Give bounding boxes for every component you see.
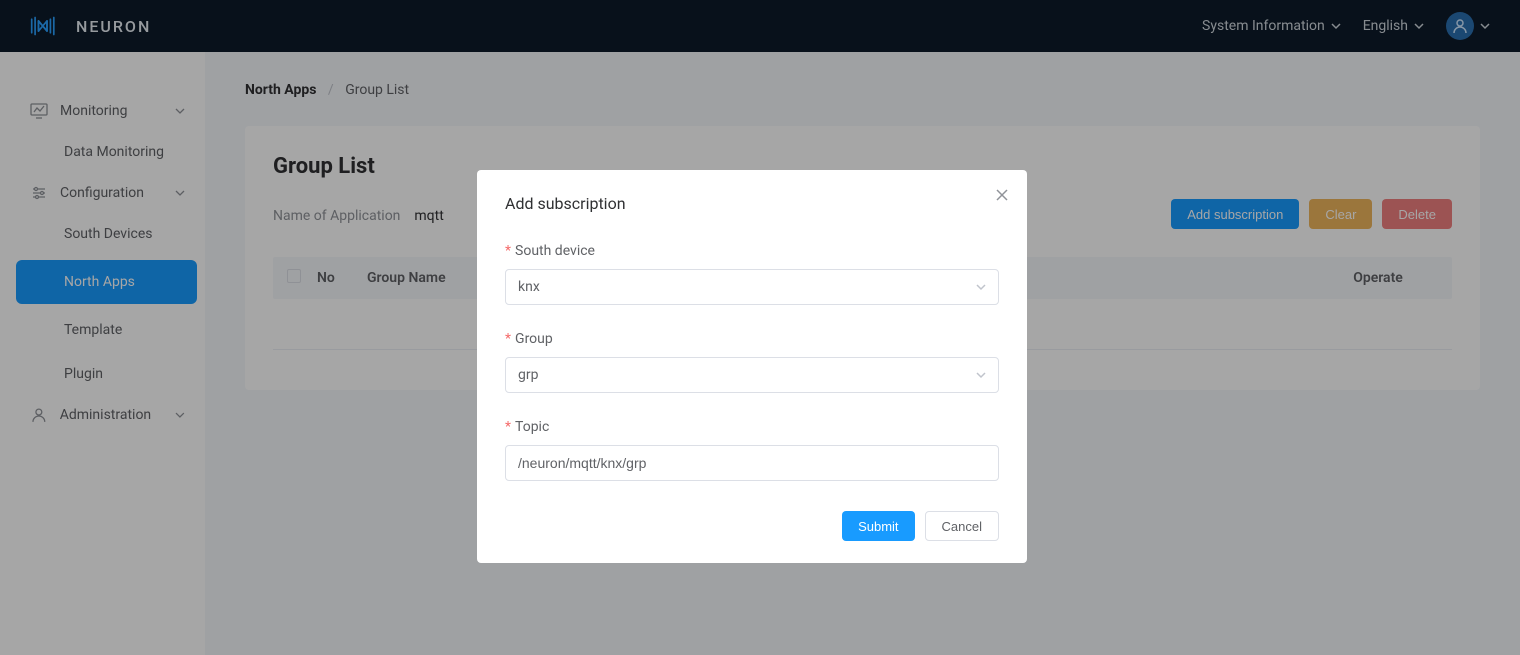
south-device-value: knx [518,279,540,295]
group-select[interactable]: grp [505,357,999,393]
south-device-select[interactable]: knx [505,269,999,305]
form-item-group: *Group grp [505,331,999,393]
chevron-down-icon [976,282,986,292]
add-subscription-dialog: Add subscription *South device knx *Grou… [477,170,1027,563]
south-device-label: *South device [505,243,999,259]
dialog-title: Add subscription [505,194,999,213]
topic-label: *Topic [505,419,999,435]
group-value: grp [518,367,538,383]
form-item-topic: *Topic [505,419,999,481]
form-item-south-device: *South device knx [505,243,999,305]
cancel-button[interactable]: Cancel [925,511,999,541]
topic-input-wrapper [505,445,999,481]
dialog-footer: Submit Cancel [505,511,999,541]
topic-input[interactable] [518,455,986,471]
group-label: *Group [505,331,999,347]
chevron-down-icon [976,370,986,380]
dialog-close-button[interactable] [993,186,1011,204]
submit-button[interactable]: Submit [842,511,914,541]
close-icon [993,186,1011,204]
